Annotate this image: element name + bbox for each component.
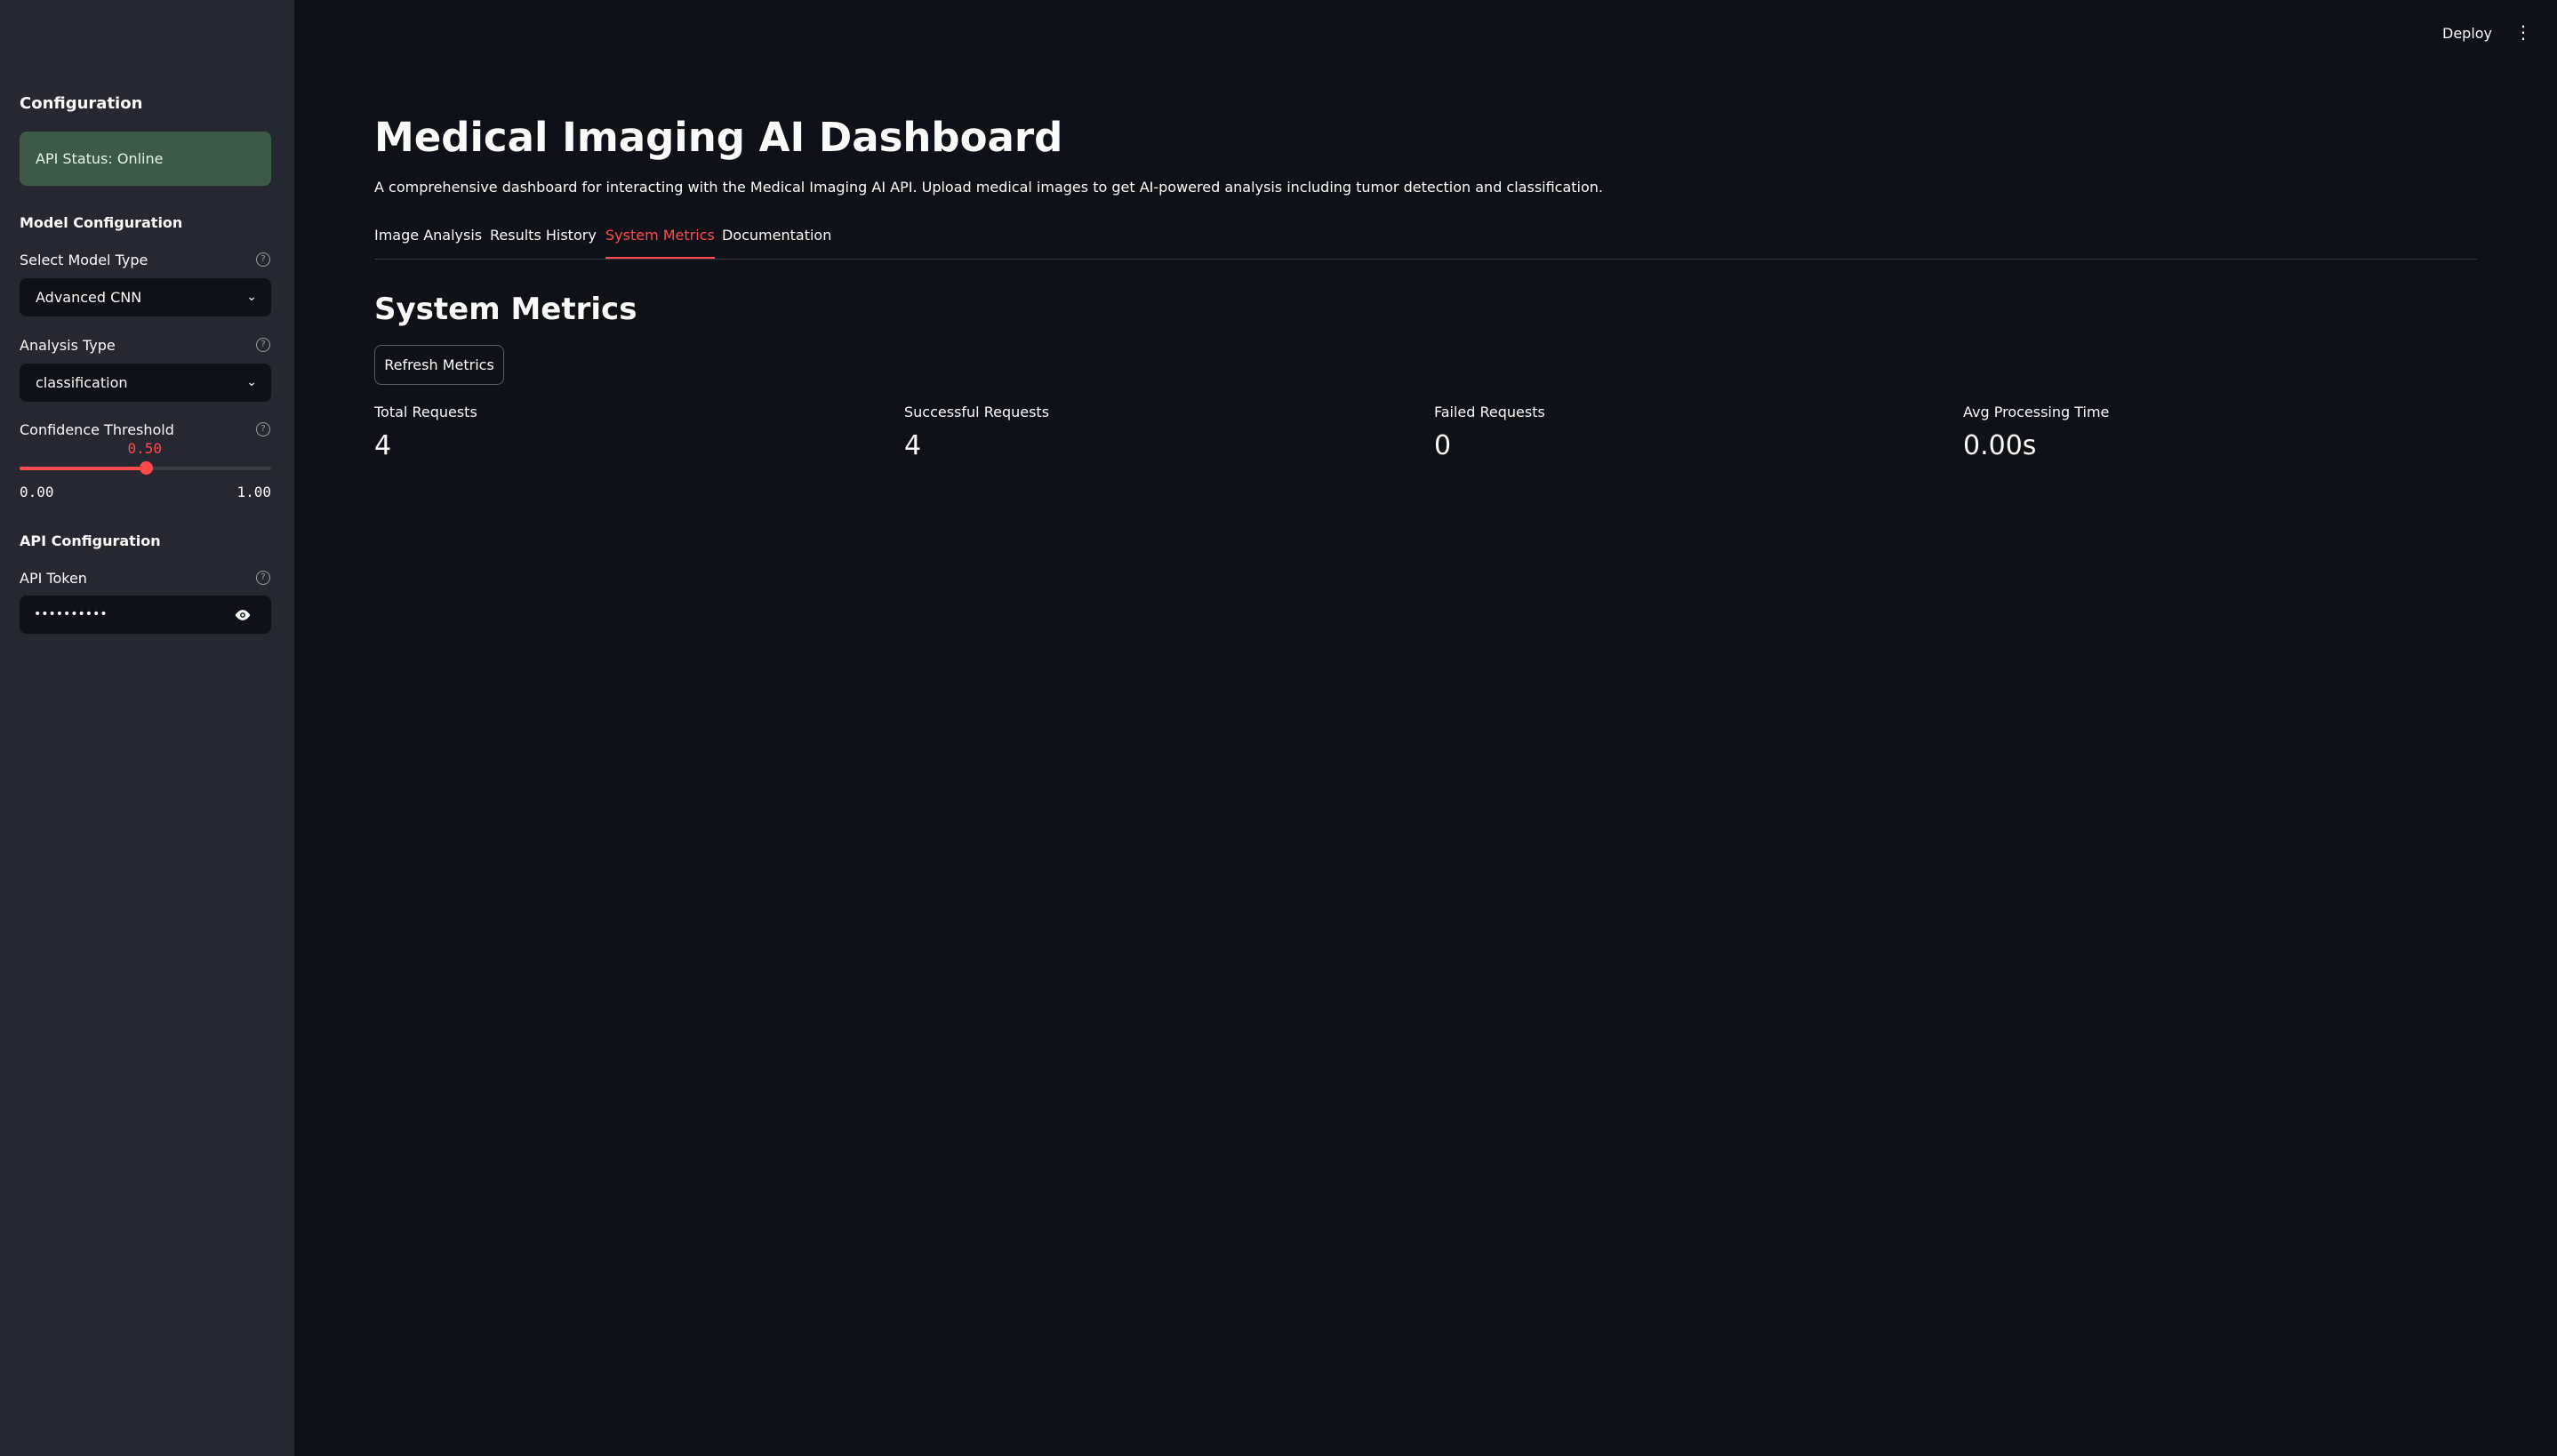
help-icon[interactable]: ?	[256, 338, 270, 352]
confidence-slider[interactable]	[20, 461, 271, 475]
api-token-label: API Token	[20, 570, 87, 587]
page-description: A comprehensive dashboard for interactin…	[374, 179, 1604, 196]
analysis-type-select[interactable]: classification ⌄	[20, 364, 271, 402]
slider-fill	[20, 467, 146, 470]
api-token-value: ••••••••••	[34, 607, 108, 621]
analysis-type-value: classification	[36, 374, 128, 391]
eye-icon[interactable]	[234, 596, 252, 634]
sidebar-title: Configuration	[20, 94, 143, 113]
slider-min: 0.00	[20, 484, 54, 500]
vertical-dots-icon[interactable]: ⋮	[2514, 21, 2532, 43]
deploy-button[interactable]: Deploy	[2442, 25, 2492, 42]
tab-system-metrics[interactable]: System Metrics	[605, 227, 715, 259]
metric-label: Successful Requests	[904, 404, 1050, 420]
tab-bar: Image Analysis Results History System Me…	[374, 227, 2477, 260]
model-type-select[interactable]: Advanced CNN ⌄	[20, 278, 271, 316]
metric-value: 4	[904, 430, 922, 461]
model-config-heading: Model Configuration	[20, 214, 183, 231]
section-title: System Metrics	[374, 292, 637, 327]
tab-image-analysis[interactable]: Image Analysis	[374, 227, 482, 258]
confidence-value: 0.50	[127, 440, 163, 457]
analysis-type-label: Analysis Type	[20, 337, 116, 354]
api-token-input[interactable]: ••••••••••	[20, 596, 271, 634]
metric-label: Failed Requests	[1434, 404, 1545, 420]
tab-results-history[interactable]: Results History	[490, 227, 597, 258]
metric-value: 0	[1434, 430, 1452, 461]
help-icon[interactable]: ?	[256, 571, 270, 585]
model-type-label: Select Model Type	[20, 252, 148, 268]
metric-label: Avg Processing Time	[1963, 404, 2110, 420]
metric-value: 0.00s	[1963, 430, 2037, 461]
slider-thumb[interactable]	[139, 461, 153, 475]
page-title: Medical Imaging AI Dashboard	[374, 114, 1063, 161]
help-icon[interactable]: ?	[256, 422, 270, 436]
confidence-label: Confidence Threshold	[20, 421, 174, 438]
api-status-box: API Status: Online	[20, 132, 271, 186]
metric-label: Total Requests	[374, 404, 477, 420]
help-icon[interactable]: ?	[256, 252, 270, 267]
model-type-value: Advanced CNN	[36, 289, 142, 306]
api-config-heading: API Configuration	[20, 532, 161, 549]
chevron-down-icon: ⌄	[246, 375, 257, 389]
sidebar: Configuration API Status: Online Model C…	[0, 0, 294, 1456]
refresh-metrics-button[interactable]: Refresh Metrics	[374, 345, 504, 385]
metric-value: 4	[374, 430, 392, 461]
slider-max: 1.00	[236, 484, 271, 500]
tab-documentation[interactable]: Documentation	[722, 227, 831, 258]
chevron-down-icon: ⌄	[246, 290, 257, 304]
